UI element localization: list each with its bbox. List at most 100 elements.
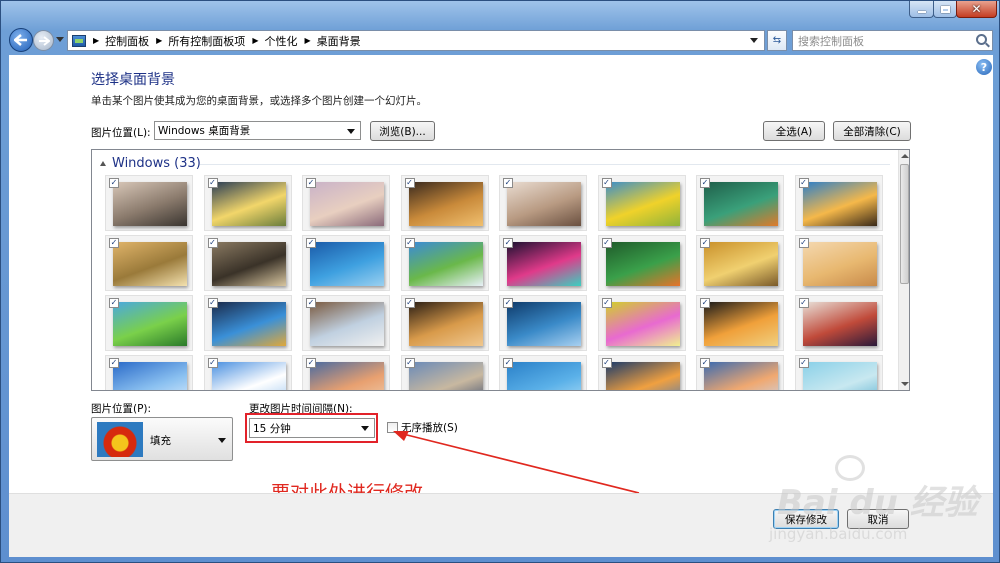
wallpaper-thumbnail[interactable]: ✓ (105, 175, 193, 231)
wallpaper-thumbnail[interactable]: ✓ (203, 235, 292, 291)
wallpaper-thumbnail[interactable]: ✓ (597, 355, 686, 390)
thumbnail-checkbox[interactable]: ✓ (306, 298, 316, 308)
wallpaper-thumbnail[interactable]: ✓ (597, 175, 686, 231)
wallpaper-thumbnail[interactable]: ✓ (400, 295, 489, 351)
thumbnail-checkbox[interactable]: ✓ (798, 298, 809, 308)
thumbnail-checkbox[interactable]: ✓ (700, 178, 710, 188)
wallpaper-thumbnail[interactable]: ✓ (105, 295, 193, 351)
wallpaper-thumbnail[interactable]: ✓ (105, 355, 193, 390)
wallpaper-thumbnail[interactable]: ✓ (203, 175, 292, 231)
clear-all-button[interactable]: 全部清除(C) (833, 121, 911, 141)
breadcrumb-root-arrow[interactable]: ▶ (86, 36, 105, 45)
group-header[interactable]: Windows (33) (100, 156, 201, 171)
thumbnail-checkbox[interactable]: ✓ (306, 358, 316, 368)
wallpaper-thumbnail[interactable]: ✓ (597, 295, 686, 351)
wallpaper-thumbnail[interactable]: ✓ (794, 295, 883, 351)
thumbnail-checkbox[interactable]: ✓ (601, 358, 612, 368)
browse-button[interactable]: 浏览(B)... (370, 121, 435, 141)
thumbnail-checkbox[interactable]: ✓ (700, 358, 710, 368)
scroll-up-icon[interactable] (901, 154, 909, 158)
thumbnail-checkbox[interactable]: ✓ (503, 358, 513, 368)
wallpaper-image (802, 302, 877, 346)
wallpaper-thumbnail[interactable]: ✓ (696, 355, 784, 390)
thumbnail-checkbox[interactable]: ✓ (503, 298, 513, 308)
wallpaper-thumbnail[interactable]: ✓ (597, 235, 686, 291)
wallpaper-image (113, 182, 187, 226)
wallpaper-thumbnail[interactable]: ✓ (696, 175, 784, 231)
wallpaper-thumbnail[interactable]: ✓ (400, 355, 489, 390)
thumbnail-checkbox[interactable]: ✓ (601, 238, 612, 248)
thumbnail-checkbox[interactable]: ✓ (503, 238, 513, 248)
wallpaper-thumbnail[interactable]: ✓ (499, 295, 587, 351)
gallery-scrollbar[interactable] (898, 150, 909, 390)
thumbnail-checkbox[interactable]: ✓ (404, 178, 415, 188)
close-button[interactable]: ✕ (956, 1, 997, 18)
thumbnail-checkbox[interactable]: ✓ (306, 178, 316, 188)
thumbnail-checkbox[interactable]: ✓ (601, 298, 612, 308)
thumbnail-checkbox[interactable]: ✓ (109, 238, 119, 248)
thumbnail-checkbox[interactable]: ✓ (503, 178, 513, 188)
wallpaper-thumbnail[interactable]: ✓ (302, 235, 390, 291)
search-icon[interactable] (976, 34, 987, 45)
wallpaper-thumbnail[interactable]: ✓ (400, 175, 489, 231)
recent-pages-dropdown[interactable] (56, 37, 64, 42)
thumbnail-checkbox[interactable]: ✓ (700, 238, 710, 248)
picture-location-select[interactable]: Windows 桌面背景 (154, 121, 361, 140)
refresh-icon: ⇆ (772, 35, 782, 46)
breadcrumb-control-panel[interactable]: 控制面板 ▶ (105, 33, 168, 49)
breadcrumb-personalization[interactable]: 个性化 ▶ (264, 33, 316, 49)
wallpaper-thumbnail[interactable]: ✓ (794, 175, 883, 231)
wallpaper-image (211, 302, 286, 346)
thumbnail-checkbox[interactable]: ✓ (207, 298, 218, 308)
thumbnail-checkbox[interactable]: ✓ (601, 178, 612, 188)
breadcrumb-all-items[interactable]: 所有控制面板项 ▶ (168, 33, 264, 49)
wallpaper-image (802, 242, 877, 286)
wallpaper-thumbnail[interactable]: ✓ (400, 235, 489, 291)
wallpaper-thumbnail[interactable]: ✓ (203, 295, 292, 351)
thumbnail-checkbox[interactable]: ✓ (109, 178, 119, 188)
wallpaper-thumbnail[interactable]: ✓ (203, 355, 292, 390)
minimize-button[interactable] (909, 1, 934, 18)
wallpaper-gallery[interactable]: Windows (33) ✓ ✓ ✓ ✓ ✓ ✓ ✓ ✓ ✓ ✓ ✓ ✓ ✓ ✓ ✓ ✓ ✓ ✓ ✓ ✓ ✓ ✓ ✓ ✓ ✓ ✓ ✓… (91, 149, 910, 391)
wallpaper-thumbnail[interactable]: ✓ (499, 235, 587, 291)
thumbnail-checkbox[interactable]: ✓ (306, 238, 316, 248)
scroll-thumb[interactable] (900, 164, 909, 284)
wallpaper-thumbnail[interactable]: ✓ (302, 355, 390, 390)
picture-position-select[interactable]: 填充 (91, 417, 233, 461)
main-content: 选择桌面背景 单击某个图片使其成为您的桌面背景，或选择多个图片创建一个幻灯片。 … (9, 55, 993, 504)
refresh-button[interactable]: ⇆ (767, 30, 787, 51)
wallpaper-thumbnail[interactable]: ✓ (499, 355, 587, 390)
interval-select[interactable]: 15 分钟 (249, 418, 375, 438)
thumbnail-checkbox[interactable]: ✓ (207, 358, 218, 368)
search-input[interactable]: 搜索控制面板 (792, 30, 993, 51)
wallpaper-image (408, 182, 483, 226)
wallpaper-thumbnail[interactable]: ✓ (105, 235, 193, 291)
thumbnail-checkbox[interactable]: ✓ (404, 358, 415, 368)
breadcrumb-desktop-background[interactable]: 桌面背景 (317, 33, 361, 49)
wallpaper-thumbnail[interactable]: ✓ (302, 175, 390, 231)
maximize-button[interactable] (933, 1, 957, 18)
address-bar[interactable]: ▶ 控制面板 ▶ 所有控制面板项 ▶ 个性化 ▶ 桌面背景 (67, 30, 765, 51)
help-icon[interactable]: ? (976, 59, 992, 75)
thumbnail-checkbox[interactable]: ✓ (700, 298, 710, 308)
forward-button[interactable] (33, 30, 54, 51)
wallpaper-thumbnail[interactable]: ✓ (696, 295, 784, 351)
scroll-down-icon[interactable] (901, 382, 909, 386)
thumbnail-checkbox[interactable]: ✓ (109, 298, 119, 308)
wallpaper-thumbnail[interactable]: ✓ (794, 235, 883, 291)
wallpaper-thumbnail[interactable]: ✓ (794, 355, 883, 390)
wallpaper-thumbnail[interactable]: ✓ (696, 235, 784, 291)
thumbnail-checkbox[interactable]: ✓ (207, 178, 218, 188)
thumbnail-checkbox[interactable]: ✓ (404, 238, 415, 248)
thumbnail-checkbox[interactable]: ✓ (798, 358, 809, 368)
wallpaper-thumbnail[interactable]: ✓ (499, 175, 587, 231)
thumbnail-checkbox[interactable]: ✓ (109, 358, 119, 368)
wallpaper-thumbnail[interactable]: ✓ (302, 295, 390, 351)
select-all-button[interactable]: 全选(A) (763, 121, 825, 141)
back-button[interactable] (9, 28, 33, 52)
thumbnail-checkbox[interactable]: ✓ (404, 298, 415, 308)
thumbnail-checkbox[interactable]: ✓ (798, 178, 809, 188)
address-dropdown-icon[interactable] (750, 38, 758, 43)
thumbnail-checkbox[interactable]: ✓ (798, 238, 809, 248)
thumbnail-checkbox[interactable]: ✓ (207, 238, 218, 248)
